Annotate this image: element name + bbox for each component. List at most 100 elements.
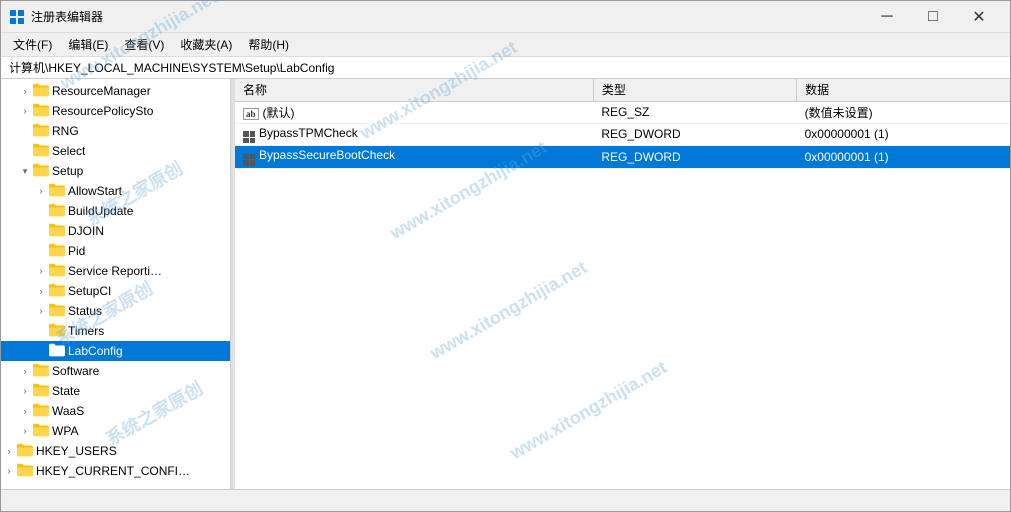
- folder-icon: [49, 323, 68, 340]
- value-icon-grid: [243, 154, 255, 166]
- tree-label: ResourcePolicySto: [52, 104, 153, 118]
- menu-item-a[interactable]: 收藏夹(A): [172, 34, 240, 55]
- tree-item-wpa[interactable]: › WPA: [1, 421, 230, 441]
- cell-value: (数值未设置): [797, 101, 1010, 123]
- folder-icon: [49, 263, 68, 280]
- tree-expand-icon[interactable]: ›: [33, 186, 49, 196]
- folder-icon: [17, 443, 36, 460]
- tree-expand-icon[interactable]: ›: [17, 86, 33, 96]
- tree-label: SetupCI: [68, 284, 111, 298]
- window-title: 注册表编辑器: [31, 8, 864, 25]
- menu-item-v[interactable]: 查看(V): [116, 34, 172, 55]
- tree-item-hkey-users[interactable]: › HKEY_USERS: [1, 441, 230, 461]
- tree-label: LabConfig: [68, 344, 123, 358]
- tree-expand-icon[interactable]: ›: [1, 446, 17, 456]
- minimize-button[interactable]: ─: [864, 1, 910, 33]
- tree-item-setup[interactable]: ▾ Setup: [1, 161, 230, 181]
- tree-item-software[interactable]: › Software: [1, 361, 230, 381]
- tree-label: Setup: [52, 164, 83, 178]
- tree-item-waas[interactable]: › WaaS: [1, 401, 230, 421]
- cell-name: BypassSecureBootCheck: [235, 146, 593, 169]
- tree-expand-icon[interactable]: ›: [33, 286, 49, 296]
- value-icon-ab: ab: [243, 108, 259, 120]
- tree-label: Service Reporti…: [68, 264, 162, 278]
- tree-expand-icon[interactable]: ›: [17, 366, 33, 376]
- tree-item-service-reporting[interactable]: › Service Reporti…: [1, 261, 230, 281]
- folder-icon: [49, 343, 68, 360]
- col-type[interactable]: 类型: [593, 79, 796, 101]
- tree-item-rng[interactable]: RNG: [1, 121, 230, 141]
- folder-icon: [33, 363, 52, 380]
- tree-label: HKEY_USERS: [36, 444, 117, 458]
- tree-item-setupci[interactable]: › SetupCI: [1, 281, 230, 301]
- tree-item-djoin[interactable]: DJOIN: [1, 221, 230, 241]
- col-data[interactable]: 数据: [797, 79, 1010, 101]
- main-content: › ResourceManager› ResourcePolicySto RNG…: [1, 79, 1010, 489]
- detail-row-default[interactable]: ab(默认)REG_SZ(数值未设置): [235, 101, 1010, 123]
- tree-item-resource-manager[interactable]: › ResourceManager: [1, 81, 230, 101]
- tree-item-labconfig[interactable]: LabConfig: [1, 341, 230, 361]
- tree-item-buildupdate[interactable]: BuildUpdate: [1, 201, 230, 221]
- tree-label: Select: [52, 144, 85, 158]
- tree-item-state[interactable]: › State: [1, 381, 230, 401]
- tree-expand-icon[interactable]: ›: [33, 266, 49, 276]
- app-icon: [9, 9, 25, 25]
- folder-icon: [33, 423, 52, 440]
- tree-label: WPA: [52, 424, 78, 438]
- cell-type: REG_SZ: [593, 101, 796, 123]
- menu-item-f[interactable]: 文件(F): [5, 34, 60, 55]
- window-controls: ─ □ ✕: [864, 1, 1002, 33]
- tree-label: AllowStart: [68, 184, 122, 198]
- cell-name: ab(默认): [235, 101, 593, 123]
- folder-icon: [49, 243, 68, 260]
- tree-label: Software: [52, 364, 99, 378]
- menu-item-e[interactable]: 编辑(E): [60, 34, 116, 55]
- tree-item-resource-policy[interactable]: › ResourcePolicySto: [1, 101, 230, 121]
- tree-item-select[interactable]: Select: [1, 141, 230, 161]
- tree-item-status[interactable]: › Status: [1, 301, 230, 321]
- close-button[interactable]: ✕: [956, 1, 1002, 33]
- tree-label: RNG: [52, 124, 79, 138]
- folder-icon: [33, 163, 52, 180]
- cell-type: REG_DWORD: [593, 123, 796, 146]
- folder-icon: [33, 143, 52, 160]
- col-name[interactable]: 名称: [235, 79, 593, 101]
- tree-expand-icon[interactable]: ›: [17, 386, 33, 396]
- tree-label: Status: [68, 304, 102, 318]
- tree-label: BuildUpdate: [68, 204, 133, 218]
- detail-row-bypass-secure-boot[interactable]: BypassSecureBootCheckREG_DWORD0x00000001…: [235, 146, 1010, 169]
- maximize-button[interactable]: □: [910, 1, 956, 33]
- folder-icon: [33, 83, 52, 100]
- tree-label: WaaS: [52, 404, 84, 418]
- tree-expand-icon[interactable]: ›: [33, 306, 49, 316]
- folder-icon: [49, 303, 68, 320]
- tree-expand-icon[interactable]: ›: [1, 466, 17, 476]
- tree-item-allowstart[interactable]: › AllowStart: [1, 181, 230, 201]
- address-text: 计算机\HKEY_LOCAL_MACHINE\SYSTEM\Setup\LabC…: [9, 59, 334, 76]
- folder-icon: [49, 203, 68, 220]
- tree-item-hkey-current-config[interactable]: › HKEY_CURRENT_CONFI…: [1, 461, 230, 481]
- tree-label: Pid: [68, 244, 85, 258]
- menu-bar: 文件(F)编辑(E)查看(V)收藏夹(A)帮助(H): [1, 33, 1010, 57]
- tree-item-timers[interactable]: Timers: [1, 321, 230, 341]
- tree-expand-icon[interactable]: ›: [17, 406, 33, 416]
- tree-expand-icon[interactable]: ›: [17, 106, 33, 116]
- address-bar: 计算机\HKEY_LOCAL_MACHINE\SYSTEM\Setup\LabC…: [1, 57, 1010, 79]
- detail-row-bypass-tpm[interactable]: BypassTPMCheckREG_DWORD0x00000001 (1): [235, 123, 1010, 146]
- folder-icon: [33, 123, 52, 140]
- cell-value: 0x00000001 (1): [797, 146, 1010, 169]
- cell-name: BypassTPMCheck: [235, 123, 593, 146]
- status-bar: [1, 489, 1010, 511]
- detail-panel[interactable]: 名称 类型 数据 ab(默认)REG_SZ(数值未设置)BypassTPMChe…: [235, 79, 1010, 489]
- menu-item-h[interactable]: 帮助(H): [240, 34, 297, 55]
- title-bar: 注册表编辑器 ─ □ ✕: [1, 1, 1010, 33]
- tree-expand-icon[interactable]: ›: [17, 426, 33, 436]
- tree-panel[interactable]: › ResourceManager› ResourcePolicySto RNG…: [1, 79, 231, 489]
- tree-item-pid[interactable]: Pid: [1, 241, 230, 261]
- tree-expand-icon[interactable]: ▾: [17, 166, 33, 177]
- folder-icon: [49, 223, 68, 240]
- folder-icon: [33, 403, 52, 420]
- folder-icon: [33, 383, 52, 400]
- folder-icon: [49, 283, 68, 300]
- folder-icon: [49, 183, 68, 200]
